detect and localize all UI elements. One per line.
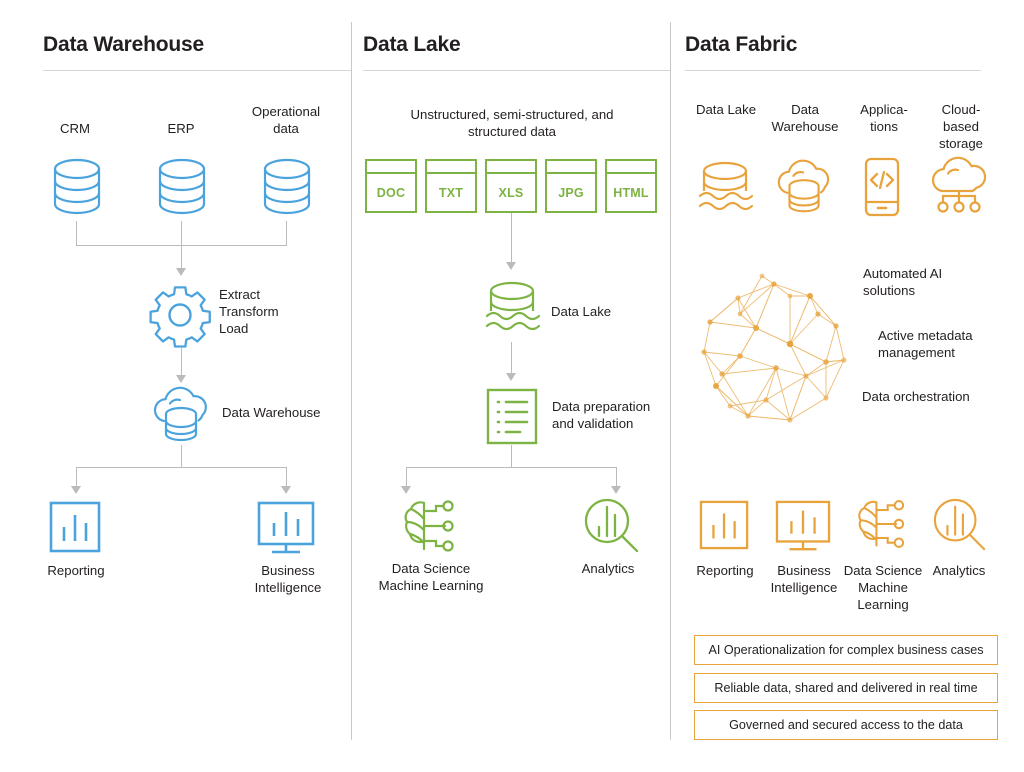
monitor-chart-icon-fabric-bi (774, 500, 832, 554)
database-icon-operational (261, 157, 313, 217)
data-preparation-label: Data preparation and validation (552, 399, 651, 431)
connector-operational (286, 221, 287, 245)
cloud-network-icon-storage (928, 156, 990, 216)
connector-erp (181, 221, 182, 245)
arrow-to-data-lake (506, 262, 516, 270)
file-chip-txt: TXT (425, 159, 477, 213)
arrow-to-data-preparation (506, 373, 516, 381)
capability-label-data-orchestration: Data orchestration (862, 389, 970, 404)
connector-to-reporting (76, 467, 77, 487)
network-sphere-icon (686, 256, 866, 436)
source-label-crm: CRM (59, 121, 91, 136)
connector-prep-split-bus (406, 467, 617, 468)
database-icon-erp (156, 157, 208, 217)
connector-to-etl (181, 245, 182, 269)
connector-to-data-science (406, 467, 407, 487)
arrow-to-reporting (71, 486, 81, 494)
header-rule-warehouse (43, 70, 351, 71)
file-chip-xls: XLS (485, 159, 537, 213)
magnifier-chart-icon-fabric-analytics (932, 497, 988, 553)
arrow-to-analytics (611, 486, 621, 494)
database-icon-crm (51, 157, 103, 217)
connector-to-bi (286, 467, 287, 487)
file-chip-html: HTML (605, 159, 657, 213)
column-divider-1 (351, 22, 352, 740)
capability-label-automated-ai: Automated AI solutions (863, 266, 943, 298)
connector-files-to-lake (511, 213, 512, 263)
source-label-operational-data: Operational data (251, 104, 321, 136)
source-label-erp: ERP (167, 121, 195, 136)
file-chip-bar (427, 172, 475, 174)
capability-label-active-metadata: Active metadata management (878, 328, 973, 360)
checklist-icon-preparation (486, 388, 538, 445)
file-chip-bar (607, 172, 655, 174)
fabric-source-label-cloud-storage: Cloud- based storage (939, 102, 983, 151)
file-chip-bar (367, 172, 415, 174)
output-label-analytics: Analytics (581, 561, 635, 576)
column-title-data-warehouse: Data Warehouse (43, 33, 204, 56)
arrow-to-business-intelligence (281, 486, 291, 494)
column-title-data-lake: Data Lake (363, 33, 461, 56)
brain-circuit-icon-data-science (400, 497, 462, 555)
etl-label: Extract Transform Load (219, 287, 279, 336)
statement-box-governed-access: Governed and secured access to the data (694, 710, 998, 740)
file-chip-bar (547, 172, 595, 174)
data-lake-icon-fabric (696, 160, 754, 216)
arrow-to-data-warehouse (176, 375, 186, 383)
header-rule-lake (363, 70, 670, 71)
connector-etl-to-dw (181, 348, 182, 376)
statement-box-ai-operationalization: AI Operationalization for complex busine… (694, 635, 998, 665)
connector-lake-to-prep (511, 342, 512, 374)
file-chip-label: XLS (498, 186, 524, 200)
file-chip-label: TXT (438, 186, 464, 200)
gear-icon-etl (148, 283, 214, 348)
fabric-output-label-analytics: Analytics (932, 563, 986, 578)
file-chip-jpg: JPG (545, 159, 597, 213)
statement-box-reliable-data: Reliable data, shared and delivered in r… (694, 673, 998, 703)
monitor-chart-icon-bi (256, 501, 316, 557)
connector-dw-split-bus (76, 467, 287, 468)
file-chip-label: DOC (376, 186, 406, 200)
data-lake-icon-store (483, 280, 541, 336)
data-warehouse-store-label: Data Warehouse (222, 405, 321, 420)
header-rule-fabric (685, 70, 981, 71)
bar-chart-icon-reporting (49, 501, 103, 553)
connector-prep-down (511, 445, 512, 467)
data-lake-store-label: Data Lake (551, 304, 612, 319)
file-chip-bar (487, 172, 535, 174)
connector-crm (76, 221, 77, 245)
cloud-database-icon-fabric (772, 158, 838, 216)
output-label-business-intelligence: Business Intelligence (254, 563, 322, 595)
output-label-reporting: Reporting (47, 563, 105, 578)
bar-chart-icon-fabric-reporting (699, 500, 751, 550)
column-divider-2 (670, 22, 671, 740)
brain-circuit-icon-fabric-data-science (854, 496, 912, 552)
lake-intro-text: Unstructured, semi-structured, and struc… (410, 107, 614, 139)
file-chip-doc: DOC (365, 159, 417, 213)
file-chip-label: HTML (613, 186, 649, 200)
connector-to-analytics (616, 467, 617, 487)
mobile-code-icon-applications (860, 157, 904, 217)
file-chip-label: JPG (558, 186, 584, 200)
output-label-data-science: Data Science Machine Learning (378, 561, 484, 593)
diagram-canvas: Data Warehouse CRM ERP Operational data (0, 0, 1024, 772)
column-title-data-fabric: Data Fabric (685, 33, 798, 56)
arrow-to-data-science (401, 486, 411, 494)
arrow-to-etl (176, 268, 186, 276)
connector-dw-down (181, 445, 182, 467)
magnifier-chart-icon-analytics (583, 497, 641, 555)
cloud-database-icon-warehouse (148, 386, 216, 444)
